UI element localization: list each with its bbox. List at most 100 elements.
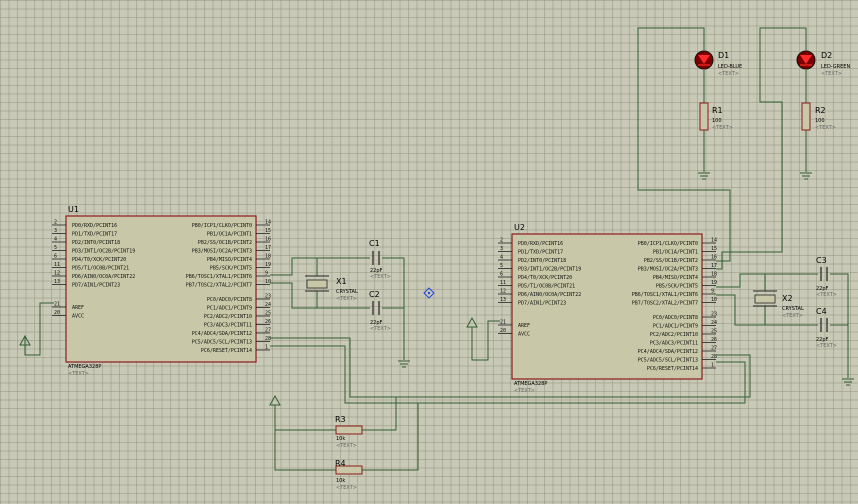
pin-number: 18 (265, 254, 271, 260)
pin-name: PB5/SCK/PCINT5 (656, 283, 698, 289)
pin-name: PD6/AIN0/OC0A/PCINT22 (72, 274, 135, 280)
pin-number: 18 (711, 272, 717, 278)
resistor-r3[interactable]: R3 10k <TEXT> (335, 415, 363, 449)
u2-text: <TEXT> (514, 388, 535, 394)
x2-ref: X2 (782, 294, 793, 303)
pin-number: 19 (711, 280, 717, 286)
x1-ref: X1 (336, 277, 347, 286)
schematic-drawing[interactable]: U1 ATMEGA328P <TEXT> 2 PD0/RXD/PCINT16 3 PD… (0, 0, 858, 504)
pin-number: 2 (54, 220, 57, 226)
pin-name: PD7/AIN1/PCINT23 (72, 282, 120, 288)
pin-name: AVCC (72, 313, 84, 319)
pin-name: PB6/TOSC1/XTAL1/PCINT6 (186, 274, 252, 280)
u1-text: <TEXT> (68, 371, 89, 377)
r3-value: 10k (336, 436, 345, 442)
pin-name: PD2/INT0/PCINT18 (72, 240, 120, 246)
pin-name: PB2/SS/OC1B/PCINT2 (644, 258, 698, 264)
pin-number: 10 (265, 279, 271, 285)
pin-name: PC3/ADC3/PCINT11 (650, 340, 698, 346)
pin-name: PB0/ICP1/CLKO/PCINT0 (638, 241, 698, 247)
r3-text: <TEXT> (336, 443, 357, 449)
pin-name: PB4/MISO/PCINT4 (653, 275, 698, 281)
c3-ref: C3 (816, 256, 827, 265)
x2-text: <TEXT> (782, 313, 803, 319)
pin-name: PD3/INT1/OC2B/PCINT19 (518, 266, 581, 272)
pin-number: 17 (711, 263, 717, 269)
led-d1[interactable]: D1 LED-BLUE <TEXT> (694, 50, 742, 77)
d1-ref: D1 (718, 51, 729, 60)
d2-value: LED-GREEN (821, 64, 850, 70)
crystal-x1[interactable]: X1 CRYSTAL <TEXT> (305, 275, 358, 302)
pin-number: 1 (265, 345, 268, 351)
pin-name: PC4/ADC4/SDA/PCINT12 (192, 331, 252, 337)
pin-number: 26 (265, 319, 271, 325)
pin-name: PB4/MISO/PCINT4 (207, 257, 252, 263)
led-d2[interactable]: D2 LED-GREEN <TEXT> (796, 50, 850, 77)
pin-name: PC5/ADC5/SCL/PCINT13 (192, 339, 252, 345)
pin-number: 12 (500, 289, 506, 295)
pin-name: PD6/AIN0/OC0A/PCINT22 (518, 292, 581, 298)
pin-name: PC1/ADC1/PCINT9 (207, 305, 252, 311)
pin-name: PC2/ADC2/PCINT10 (650, 332, 698, 338)
pin-name: PC3/ADC3/PCINT11 (204, 322, 252, 328)
pin-name: PC6/RESET/PCINT14 (201, 348, 252, 354)
x2-value: CRYSTAL (782, 306, 804, 312)
r1-value: 100 (712, 118, 722, 124)
pin-number: 24 (265, 302, 271, 308)
capacitor-c1[interactable]: C1 22pF <TEXT> (369, 239, 391, 280)
chip-u1[interactable]: U1 ATMEGA328P <TEXT> 2 PD0/RXD/PCINT16 3 PD… (52, 205, 271, 377)
pin-number: 14 (265, 220, 271, 226)
chip-u2[interactable]: U2 ATMEGA328P <TEXT> 2 PD0/RXD/PCINT16 3 PD… (498, 223, 717, 394)
pin-number: 9 (711, 289, 714, 295)
pin-name: PC2/ADC2/PCINT10 (204, 314, 252, 320)
pin-number: 26 (711, 337, 717, 343)
pin-name: PB7/TOSC2/XTAL2/PCINT7 (186, 282, 252, 288)
resistor-r2[interactable]: R2 100 <TEXT> (801, 102, 836, 131)
pin-name: PD0/RXD/PCINT16 (72, 223, 117, 229)
pin-name: PB5/SCK/PCINT5 (210, 265, 252, 271)
pin-number: 6 (54, 254, 57, 260)
origin-marker-icon (423, 287, 435, 299)
capacitor-c2[interactable]: C2 22pF <TEXT> (369, 290, 391, 332)
x1-text: <TEXT> (336, 296, 357, 302)
r1-ref: R1 (712, 106, 723, 115)
capacitor-c3[interactable]: C3 22pF <TEXT> (816, 256, 837, 298)
pin-number: 1 (711, 363, 714, 369)
pin-name: PB1/OC1A/PCINT1 (207, 231, 252, 237)
crystal-x2[interactable]: X2 CRYSTAL <TEXT> (753, 290, 804, 319)
pin-number: 5 (54, 245, 57, 251)
pin-number: 4 (500, 255, 503, 261)
resistor-r1[interactable]: R1 100 <TEXT> (699, 102, 733, 131)
pin-number: 16 (711, 255, 717, 261)
u1-part: ATMEGA328P (68, 364, 101, 370)
pin-name: AVCC (518, 331, 530, 337)
pin-name: PD2/INT0/PCINT18 (518, 258, 566, 264)
pin-name: PC6/RESET/PCINT14 (647, 366, 698, 372)
pin-number: 3 (500, 246, 503, 252)
pin-name: PB6/TOSC1/XTAL1/PCINT6 (632, 292, 698, 298)
pin-number: 3 (54, 228, 57, 234)
resistor-r4[interactable]: R4 10k <TEXT> (335, 459, 363, 491)
pin-name: PC4/ADC4/SDA/PCINT12 (638, 349, 698, 355)
pin-number: 25 (711, 329, 717, 335)
pin-number: 16 (265, 237, 271, 243)
pin-name: PD1/TXD/PCINT17 (72, 231, 117, 237)
pin-number: 15 (711, 246, 717, 252)
capacitor-c4[interactable]: C4 22pF <TEXT> (816, 307, 837, 349)
pin-number: 23 (265, 294, 271, 300)
r4-text: <TEXT> (336, 485, 357, 491)
pin-name: PB0/ICP1/CLKO/PCINT0 (192, 223, 252, 229)
pin-number: 6 (500, 272, 503, 278)
pin-number: 20 (500, 328, 506, 334)
pin-number: 11 (500, 280, 506, 286)
u1-ref: U1 (68, 205, 79, 214)
pin-name: PB7/TOSC2/XTAL2/PCINT7 (632, 300, 698, 306)
c2-text: <TEXT> (370, 326, 391, 332)
pin-name: AREF (518, 323, 530, 329)
pin-number: 28 (265, 336, 271, 342)
r2-text: <TEXT> (815, 125, 836, 131)
pin-name: PC5/ADC5/SCL/PCINT13 (638, 357, 698, 363)
pin-number: 27 (265, 328, 271, 334)
pin-number: 12 (54, 271, 60, 277)
r2-ref: R2 (815, 106, 826, 115)
